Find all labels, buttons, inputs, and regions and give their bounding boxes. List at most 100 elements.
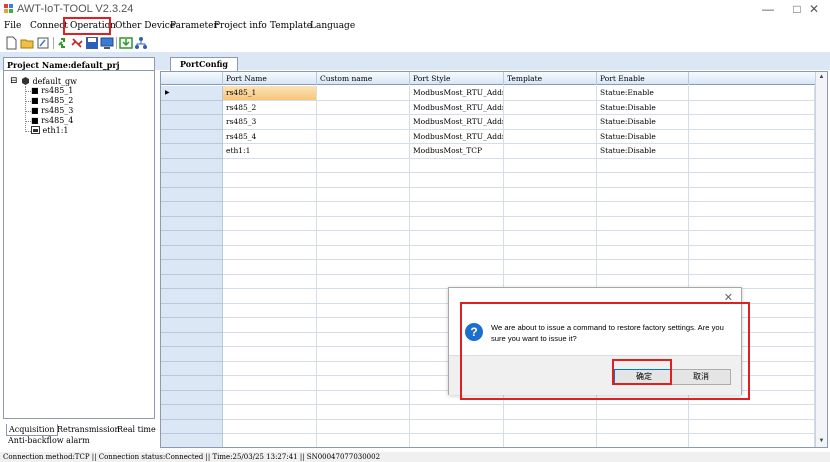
row-header[interactable] xyxy=(161,347,223,362)
cell-port-enable[interactable]: Statue:Disable xyxy=(597,100,689,115)
tree-item-eth1[interactable]: eth1:1 xyxy=(31,126,69,136)
cell-filler[interactable] xyxy=(689,202,815,217)
cell-filler[interactable] xyxy=(689,231,815,246)
cell-template[interactable] xyxy=(504,100,597,115)
cell-port-name[interactable] xyxy=(223,361,317,376)
cell-port-style[interactable] xyxy=(410,231,504,246)
tree-item-rs485-3[interactable]: ■ rs485_3 xyxy=(31,106,73,116)
column-header-template[interactable]: Template xyxy=(504,72,597,85)
cell-port-name[interactable] xyxy=(223,274,317,289)
cell-port-style[interactable]: ModbusMost_RTU_Addr xyxy=(410,115,504,130)
cell-port-enable[interactable]: Statue:Disable xyxy=(597,115,689,130)
cell-custom-name[interactable] xyxy=(317,390,410,405)
disconnect-link-icon[interactable] xyxy=(70,36,84,50)
cell-port-name[interactable] xyxy=(223,419,317,434)
row-header[interactable] xyxy=(161,332,223,347)
row-header[interactable] xyxy=(161,173,223,188)
cell-custom-name[interactable] xyxy=(317,144,410,159)
cell-custom-name[interactable] xyxy=(317,173,410,188)
cell-filler[interactable] xyxy=(689,115,815,130)
menu-other-device[interactable]: Other Device xyxy=(115,21,175,31)
cell-custom-name[interactable] xyxy=(317,260,410,275)
cell-custom-name[interactable] xyxy=(317,129,410,144)
cell-port-name[interactable] xyxy=(223,332,317,347)
gateway-node[interactable]: default_gw xyxy=(21,76,77,86)
tab-anti-backflow-alarm[interactable]: Anti-backflow alarm xyxy=(6,435,92,446)
cell-custom-name[interactable] xyxy=(317,245,410,260)
cell-port-name[interactable] xyxy=(223,216,317,231)
cell-port-enable[interactable] xyxy=(597,405,689,420)
cell-port-enable[interactable]: Statue:Disable xyxy=(597,129,689,144)
tab-portconfig[interactable]: PortConfig xyxy=(170,57,238,71)
cell-port-name[interactable] xyxy=(223,376,317,391)
cell-port-name[interactable] xyxy=(223,245,317,260)
cell-port-style[interactable] xyxy=(410,216,504,231)
cell-template[interactable] xyxy=(504,144,597,159)
column-header-port-enable[interactable]: Port Enable xyxy=(597,72,689,85)
cell-port-style[interactable] xyxy=(410,187,504,202)
cell-port-enable[interactable] xyxy=(597,419,689,434)
cell-port-enable[interactable]: Statue:Disable xyxy=(597,144,689,159)
cell-filler[interactable] xyxy=(689,245,815,260)
cell-port-name[interactable] xyxy=(223,202,317,217)
cell-port-name[interactable] xyxy=(223,187,317,202)
cell-port-name[interactable]: rs485_2 xyxy=(223,100,317,115)
cell-port-name[interactable] xyxy=(223,434,317,447)
cell-filler[interactable] xyxy=(689,173,815,188)
cell-template[interactable] xyxy=(504,245,597,260)
minimize-button[interactable]: — xyxy=(753,1,783,18)
cell-template[interactable] xyxy=(504,434,597,447)
cell-port-enable[interactable] xyxy=(597,216,689,231)
cell-custom-name[interactable] xyxy=(317,376,410,391)
cell-port-name[interactable] xyxy=(223,303,317,318)
cell-custom-name[interactable] xyxy=(317,289,410,304)
menu-project-info[interactable]: Project info xyxy=(214,21,267,31)
cell-port-name[interactable]: rs485_1 xyxy=(223,86,317,101)
cell-port-name[interactable]: rs485_3 xyxy=(223,115,317,130)
tree-item-rs485-4[interactable]: ■ rs485_4 xyxy=(31,116,73,126)
menu-file[interactable]: File xyxy=(4,21,21,31)
cell-custom-name[interactable] xyxy=(317,187,410,202)
cell-port-style[interactable]: ModbusMost_RTU_Addr xyxy=(410,129,504,144)
cell-filler[interactable] xyxy=(689,405,815,420)
cell-port-name[interactable] xyxy=(223,260,317,275)
cell-port-name[interactable] xyxy=(223,158,317,173)
cell-template[interactable] xyxy=(504,129,597,144)
cell-template[interactable] xyxy=(504,231,597,246)
cell-template[interactable] xyxy=(504,216,597,231)
cell-port-name[interactable]: rs485_4 xyxy=(223,129,317,144)
row-header[interactable] xyxy=(161,187,223,202)
row-header[interactable] xyxy=(161,144,223,159)
row-header[interactable]: ▶ xyxy=(161,86,223,101)
scroll-up-icon[interactable]: ▲ xyxy=(816,72,827,82)
cell-port-style[interactable] xyxy=(410,158,504,173)
row-header[interactable] xyxy=(161,158,223,173)
cell-custom-name[interactable] xyxy=(317,434,410,447)
cell-port-style[interactable]: ModbusMost_RTU_Addr xyxy=(410,100,504,115)
row-header[interactable] xyxy=(161,115,223,130)
cell-filler[interactable] xyxy=(689,187,815,202)
cell-template[interactable] xyxy=(504,86,597,101)
cell-filler[interactable] xyxy=(689,419,815,434)
cell-template[interactable] xyxy=(504,158,597,173)
row-header[interactable] xyxy=(161,260,223,275)
cell-template[interactable] xyxy=(504,405,597,420)
cell-port-name[interactable] xyxy=(223,390,317,405)
row-header[interactable] xyxy=(161,100,223,115)
cell-port-enable[interactable] xyxy=(597,158,689,173)
cell-port-enable[interactable] xyxy=(597,434,689,447)
cell-port-name[interactable]: eth1:1 xyxy=(223,144,317,159)
scroll-down-icon[interactable]: ▼ xyxy=(816,436,827,446)
cell-custom-name[interactable] xyxy=(317,231,410,246)
cell-filler[interactable] xyxy=(689,144,815,159)
cell-port-enable[interactable] xyxy=(597,202,689,217)
cell-port-style[interactable] xyxy=(410,260,504,275)
new-file-icon[interactable] xyxy=(4,36,18,50)
cell-custom-name[interactable] xyxy=(317,361,410,376)
row-header[interactable] xyxy=(161,216,223,231)
cell-port-style[interactable] xyxy=(410,419,504,434)
cell-template[interactable] xyxy=(504,260,597,275)
cell-port-style[interactable]: ModbusMost_TCP xyxy=(410,144,504,159)
cell-port-name[interactable] xyxy=(223,231,317,246)
cell-filler[interactable] xyxy=(689,100,815,115)
